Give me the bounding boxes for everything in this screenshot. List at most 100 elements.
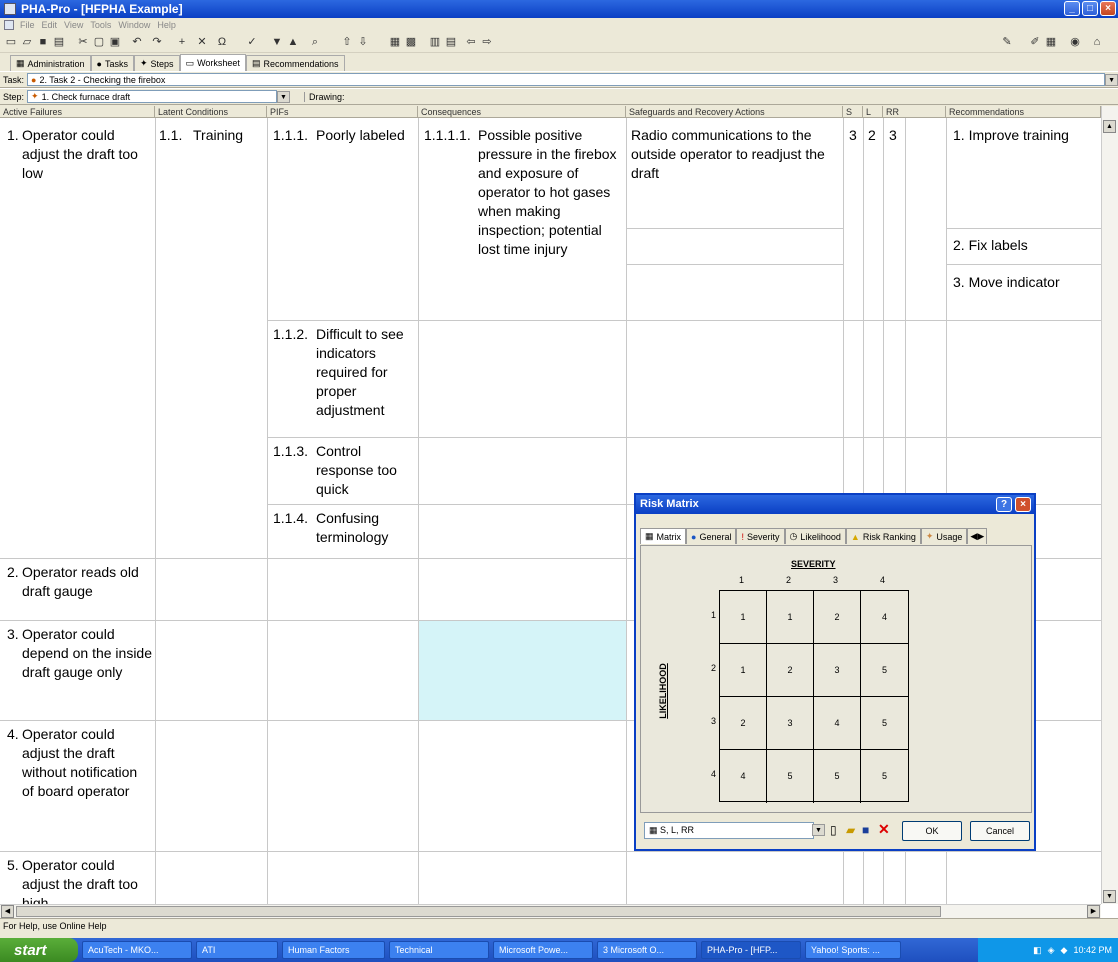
tray-network-icon[interactable]: ◧ [1033, 945, 1042, 956]
scroll-right-button[interactable]: ▶ [1087, 905, 1100, 918]
col-safeguards[interactable]: Safeguards and Recovery Actions [626, 106, 843, 118]
matrix-cell[interactable]: 1 [720, 644, 767, 697]
taskbar-item-pha-pro[interactable]: PHA-Pro - [HFP... [701, 941, 801, 959]
matrix-select[interactable]: ▦ S, L, RR [644, 822, 814, 839]
edit-icon[interactable]: ✐ [1028, 35, 1042, 49]
redo-icon[interactable]: ↷ [150, 35, 164, 49]
find-icon[interactable]: ⌕ [308, 35, 322, 49]
column-icon[interactable]: ▥ [428, 35, 442, 49]
dialog-help-button[interactable]: ? [996, 497, 1012, 512]
matrix-cell[interactable]: 4 [720, 750, 767, 803]
matrix-cell[interactable]: 2 [814, 591, 861, 644]
recommendation-1[interactable]: 1. Improve training [953, 126, 1069, 145]
horizontal-scrollbar[interactable]: ◀ ▶ [0, 904, 1101, 918]
cut-icon[interactable]: ✂ [76, 35, 90, 49]
move-up-icon[interactable]: ▲ [286, 35, 300, 49]
new-matrix-icon[interactable]: ▯ [830, 823, 837, 837]
move-down-icon[interactable]: ▼ [270, 35, 284, 49]
matrix-cell[interactable]: 4 [814, 697, 861, 750]
scroll-up-button[interactable]: ▲ [1103, 120, 1116, 133]
menu-window[interactable]: Window [118, 20, 150, 30]
new-icon[interactable]: ▭ [4, 35, 18, 49]
dialog-tab-usage[interactable]: ✦ Usage [920, 528, 968, 544]
close-button[interactable]: × [1100, 1, 1116, 16]
matrix-select-dropdown[interactable]: ▼ [812, 824, 825, 836]
matrix-cell[interactable]: 1 [720, 591, 767, 644]
task-field[interactable]: ● 2. Task 2 - Checking the firebox [27, 73, 1106, 86]
col-pifs[interactable]: PIFs [267, 106, 418, 118]
scroll-left-button[interactable]: ◀ [1, 905, 14, 918]
grid-view-icon[interactable]: ▦ [388, 35, 402, 49]
tab-recommendations[interactable]: ▤ Recommendations [245, 55, 345, 71]
menu-tools[interactable]: Tools [90, 20, 111, 30]
matrix-cell[interactable]: 5 [861, 697, 908, 750]
scroll-thumb[interactable] [16, 906, 941, 917]
table-view-icon[interactable]: ▩ [404, 35, 418, 49]
active-failure-4[interactable]: 4. Operator could adjust the draft withou… [7, 725, 152, 801]
delete-matrix-icon[interactable]: ✕ [878, 821, 890, 838]
start-button[interactable]: start [0, 938, 78, 962]
row-icon[interactable]: ▤ [444, 35, 458, 49]
dialog-tab-matrix[interactable]: ▦ Matrix [640, 528, 687, 544]
matrix-cell[interactable]: 2 [720, 697, 767, 750]
matrix-cell[interactable]: 2 [767, 644, 814, 697]
tab-administration[interactable]: ▦ Administration [10, 55, 91, 71]
matrix-cell[interactable]: 5 [861, 644, 908, 697]
minimize-button[interactable]: _ [1064, 1, 1080, 16]
spell-check-icon[interactable]: ✎ [1000, 35, 1014, 49]
dialog-close-button[interactable]: × [1015, 497, 1031, 512]
layout-icon[interactable]: ▦ [1044, 35, 1058, 49]
risk-ranking-value[interactable]: 3 [889, 126, 897, 145]
tray-volume-icon[interactable]: ◈ [1048, 945, 1055, 956]
arrow-up-icon[interactable]: ⇧ [340, 35, 354, 49]
check-icon[interactable]: ✓ [245, 35, 259, 49]
task-dropdown-button[interactable]: ▼ [1105, 73, 1118, 86]
dialog-tab-general[interactable]: ● General [686, 528, 737, 544]
pif-4[interactable]: 1.1.4. Confusing terminology [273, 509, 416, 547]
col-s[interactable]: S [843, 106, 863, 118]
matrix-cell[interactable]: 4 [861, 591, 908, 644]
latent-condition-1[interactable]: 1.1. Training [159, 126, 264, 145]
matrix-cell[interactable]: 3 [767, 697, 814, 750]
world-icon[interactable]: ◉ [1068, 35, 1082, 49]
tab-steps[interactable]: ✦ Steps [134, 55, 180, 71]
taskbar-item-human-factors[interactable]: Human Factors [282, 941, 385, 959]
scroll-down-button[interactable]: ▼ [1103, 890, 1116, 903]
taskbar-item-office[interactable]: 3 Microsoft O... [597, 941, 697, 959]
save-matrix-icon[interactable]: ■ [862, 823, 869, 837]
delete-row-icon[interactable]: ✕ [195, 35, 209, 49]
severity-value[interactable]: 3 [849, 126, 857, 145]
pif-1[interactable]: 1.1.1. Poorly labeled [273, 126, 416, 145]
menu-view[interactable]: View [64, 20, 83, 30]
selected-cell[interactable] [419, 621, 626, 720]
tab-worksheet[interactable]: ▭ Worksheet [179, 54, 246, 71]
likelihood-value[interactable]: 2 [868, 126, 876, 145]
col-l[interactable]: L [863, 106, 883, 118]
active-failure-2[interactable]: 2. Operator reads old draft gauge [7, 563, 152, 601]
arrow-down-icon[interactable]: ⇩ [356, 35, 370, 49]
taskbar-item-acutech[interactable]: AcuTech - MKO... [82, 941, 192, 959]
undo-icon[interactable]: ↶ [130, 35, 144, 49]
back-icon[interactable]: ⇦ [464, 35, 478, 49]
matrix-cell[interactable]: 5 [861, 750, 908, 803]
tabs-scroll-arrows[interactable]: ◀▶ [967, 528, 988, 544]
recommendation-3[interactable]: 3. Move indicator [953, 273, 1060, 292]
step-dropdown-button[interactable]: ▼ [277, 90, 291, 103]
col-active-failures[interactable]: Active Failures [0, 106, 155, 118]
safeguard-1[interactable]: Radio communications to the outside oper… [631, 126, 841, 183]
copy-icon[interactable]: ▢ [92, 35, 106, 49]
active-failure-3[interactable]: 3. Operator could depend on the inside dr… [7, 625, 152, 682]
col-recommendations[interactable]: Recommendations [946, 106, 1101, 118]
matrix-cell[interactable]: 3 [814, 644, 861, 697]
menu-file[interactable]: File [20, 20, 35, 30]
taskbar-item-powerpoint[interactable]: Microsoft Powe... [493, 941, 593, 959]
dialog-tab-risk-ranking[interactable]: ▲ Risk Ranking [845, 528, 921, 544]
maximize-button[interactable]: □ [1082, 1, 1098, 16]
pif-2[interactable]: 1.1.2. Difficult to see indicators requir… [273, 325, 416, 420]
taskbar-item-yahoo[interactable]: Yahoo! Sports: ... [805, 941, 901, 959]
insert-row-icon[interactable]: + [175, 35, 189, 49]
ok-button[interactable]: OK [902, 821, 962, 841]
col-consequences[interactable]: Consequences [418, 106, 626, 118]
menu-edit[interactable]: Edit [42, 20, 58, 30]
dialog-tab-likelihood[interactable]: ◷ Likelihood [784, 528, 846, 544]
